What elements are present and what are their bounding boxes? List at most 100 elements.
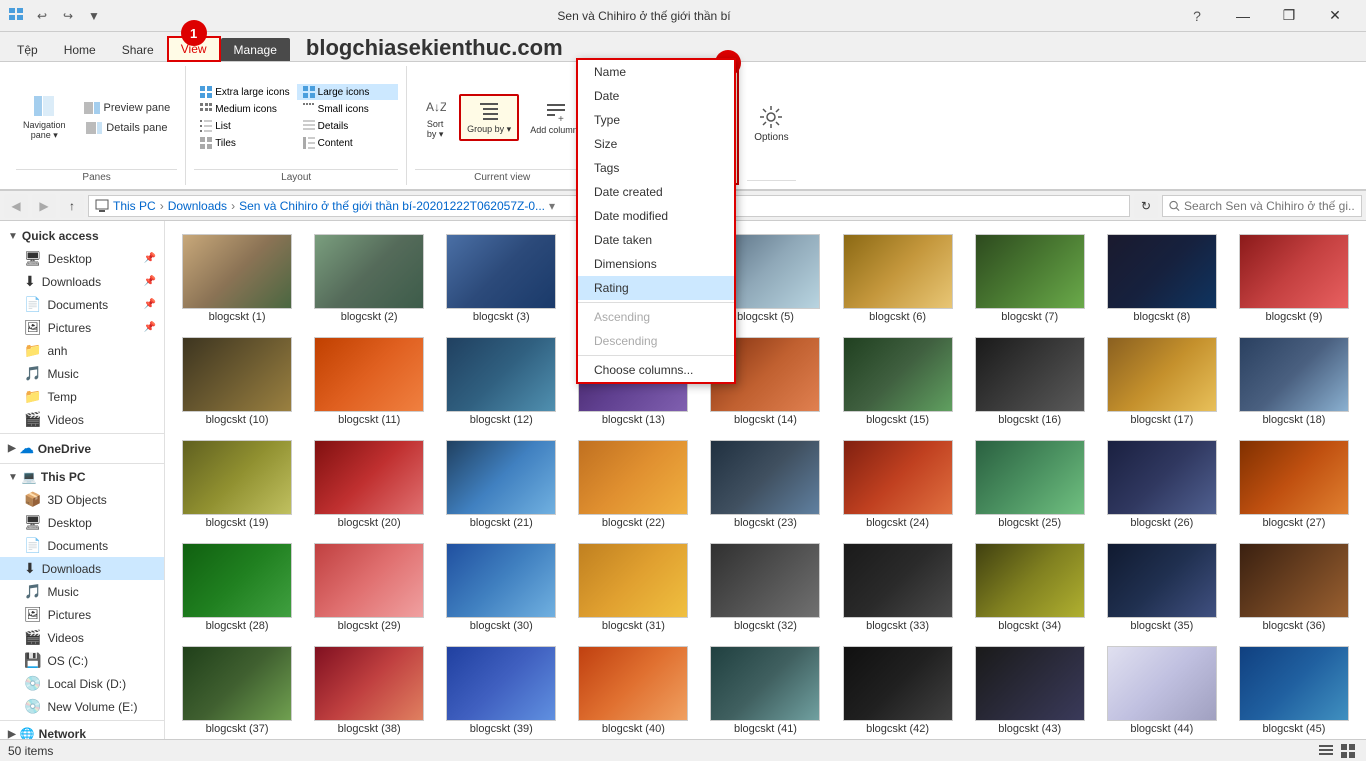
group-by-btn[interactable]: Group by ▾ [459,94,519,141]
file-item-43[interactable]: blogcskt (43) [966,641,1094,739]
qa-dropdown-btn[interactable]: ▼ [82,4,106,28]
sidebar-item-temp[interactable]: 📁 Temp [0,385,164,408]
dd-type[interactable]: Type [578,108,734,132]
file-item-17[interactable]: blogcskt (17) [1098,332,1226,431]
file-item-27[interactable]: blogcskt (27) [1230,435,1358,534]
file-item-19[interactable]: blogcskt (19) [173,435,301,534]
file-item-42[interactable]: blogcskt (42) [834,641,962,739]
close-btn[interactable]: ✕ [1312,0,1358,32]
thispc-header[interactable]: ▼ 💻 This PC [0,466,164,488]
file-item-31[interactable]: blogcskt (31) [569,538,697,637]
file-item-33[interactable]: blogcskt (33) [834,538,962,637]
navigation-pane-btn[interactable]: Navigationpane ▾ [16,89,73,146]
extra-large-icons-btn[interactable]: Extra large icons [194,84,295,100]
dd-dimensions[interactable]: Dimensions [578,252,734,276]
dd-rating[interactable]: Rating [578,276,734,300]
file-item-15[interactable]: blogcskt (15) [834,332,962,431]
file-item-18[interactable]: blogcskt (18) [1230,332,1358,431]
file-item-38[interactable]: blogcskt (38) [305,641,433,739]
large-icons-btn[interactable]: Large icons [297,84,398,100]
file-item-20[interactable]: blogcskt (20) [305,435,433,534]
help-btn[interactable]: ? [1174,0,1220,32]
network-header[interactable]: ▶ 🌐 Network [0,723,164,739]
details-pane-btn[interactable]: Details pane [77,119,178,137]
dd-date[interactable]: Date [578,84,734,108]
file-item-12[interactable]: blogcskt (12) [437,332,565,431]
file-item-11[interactable]: blogcskt (11) [305,332,433,431]
sort-by-btn[interactable]: A↓Z Sortby ▾ [415,90,455,145]
sidebar-item-newvolume[interactable]: 💿 New Volume (E:) [0,695,164,718]
qa-fwd-btn[interactable]: ↪ [56,4,80,28]
file-item-34[interactable]: blogcskt (34) [966,538,1094,637]
sidebar-item-localdisk[interactable]: 💿 Local Disk (D:) [0,672,164,695]
file-item-30[interactable]: blogcskt (30) [437,538,565,637]
file-item-9[interactable]: blogcskt (9) [1230,229,1358,328]
sidebar-item-videos-pc[interactable]: 🎬 Videos [0,626,164,649]
qa-back-btn[interactable]: ↩ [30,4,54,28]
refresh-btn[interactable]: ↻ [1134,194,1158,218]
sidebar-item-downloads-qa[interactable]: ⬇ Downloads 📌 [0,270,164,293]
sidebar-item-desktop-qa[interactable]: 🖥 Desktop 📌 [0,247,164,270]
bc-downloads[interactable]: Downloads [168,199,227,213]
file-item-21[interactable]: blogcskt (21) [437,435,565,534]
dd-name[interactable]: Name [578,60,734,84]
dd-date-taken[interactable]: Date taken [578,228,734,252]
back-btn[interactable]: ◀ [4,194,28,218]
file-item-6[interactable]: blogcskt (6) [834,229,962,328]
dd-choose-columns[interactable]: Choose columns... [578,358,734,382]
dd-tags[interactable]: Tags [578,156,734,180]
preview-pane-btn[interactable]: Preview pane [77,99,178,117]
details-btn[interactable]: Details [297,118,398,134]
sidebar-item-videos-qa[interactable]: 🎬 Videos [0,408,164,431]
up-btn[interactable]: ↑ [60,194,84,218]
dd-date-modified[interactable]: Date modified [578,204,734,228]
file-item-39[interactable]: blogcskt (39) [437,641,565,739]
file-item-8[interactable]: blogcskt (8) [1098,229,1226,328]
details-view-btn[interactable] [1316,742,1336,760]
search-bar[interactable] [1162,195,1362,217]
file-item-25[interactable]: blogcskt (25) [966,435,1094,534]
sidebar-item-osc[interactable]: 💾 OS (C:) [0,649,164,672]
sidebar-item-music-pc[interactable]: 🎵 Music [0,580,164,603]
file-item-45[interactable]: blogcskt (45) [1230,641,1358,739]
file-item-10[interactable]: blogcskt (10) [173,332,301,431]
sidebar-item-pictures-qa[interactable]: 🖼 Pictures 📌 [0,316,164,339]
sidebar-item-documents-pc[interactable]: 📄 Documents [0,534,164,557]
file-item-35[interactable]: blogcskt (35) [1098,538,1226,637]
file-item-23[interactable]: blogcskt (23) [701,435,829,534]
file-item-1[interactable]: blogcskt (1) [173,229,301,328]
file-item-32[interactable]: blogcskt (32) [701,538,829,637]
sidebar-item-documents-qa[interactable]: 📄 Documents 📌 [0,293,164,316]
quick-access-header[interactable]: ▼ Quick access [0,225,164,247]
medium-icons-btn[interactable]: Medium icons [194,101,295,117]
file-item-22[interactable]: blogcskt (22) [569,435,697,534]
sidebar-item-anh[interactable]: 📁 anh [0,339,164,362]
file-item-16[interactable]: blogcskt (16) [966,332,1094,431]
bc-thispc[interactable]: This PC [113,199,156,213]
dd-date-created[interactable]: Date created [578,180,734,204]
file-item-44[interactable]: blogcskt (44) [1098,641,1226,739]
sidebar-item-pictures-pc[interactable]: 🖼 Pictures [0,603,164,626]
large-icons-view-btn[interactable] [1338,742,1358,760]
sidebar-item-music-qa[interactable]: 🎵 Music [0,362,164,385]
forward-btn[interactable]: ▶ [32,194,56,218]
bc-folder[interactable]: Sen và Chihiro ở thế giới thần bí-202012… [239,199,545,213]
search-input[interactable] [1184,199,1355,213]
options-btn[interactable]: Options [747,99,795,148]
sidebar-item-downloads-pc[interactable]: ⬇ Downloads [0,557,164,580]
file-item-2[interactable]: blogcskt (2) [305,229,433,328]
tab-home[interactable]: Home [51,38,109,61]
file-item-26[interactable]: blogcskt (26) [1098,435,1226,534]
file-item-40[interactable]: blogcskt (40) [569,641,697,739]
tab-manage[interactable]: Manage [221,38,290,61]
content-btn[interactable]: Content [297,135,398,151]
dd-size[interactable]: Size [578,132,734,156]
small-icons-btn[interactable]: Small icons [297,101,398,117]
sidebar-item-desktop-pc[interactable]: 🖥 Desktop [0,511,164,534]
tab-file[interactable]: Tệp [4,38,51,61]
file-item-41[interactable]: blogcskt (41) [701,641,829,739]
minimize-btn[interactable]: — [1220,0,1266,32]
list-btn[interactable]: List [194,118,295,134]
maximize-btn[interactable]: ❐ [1266,0,1312,32]
file-item-36[interactable]: blogcskt (36) [1230,538,1358,637]
